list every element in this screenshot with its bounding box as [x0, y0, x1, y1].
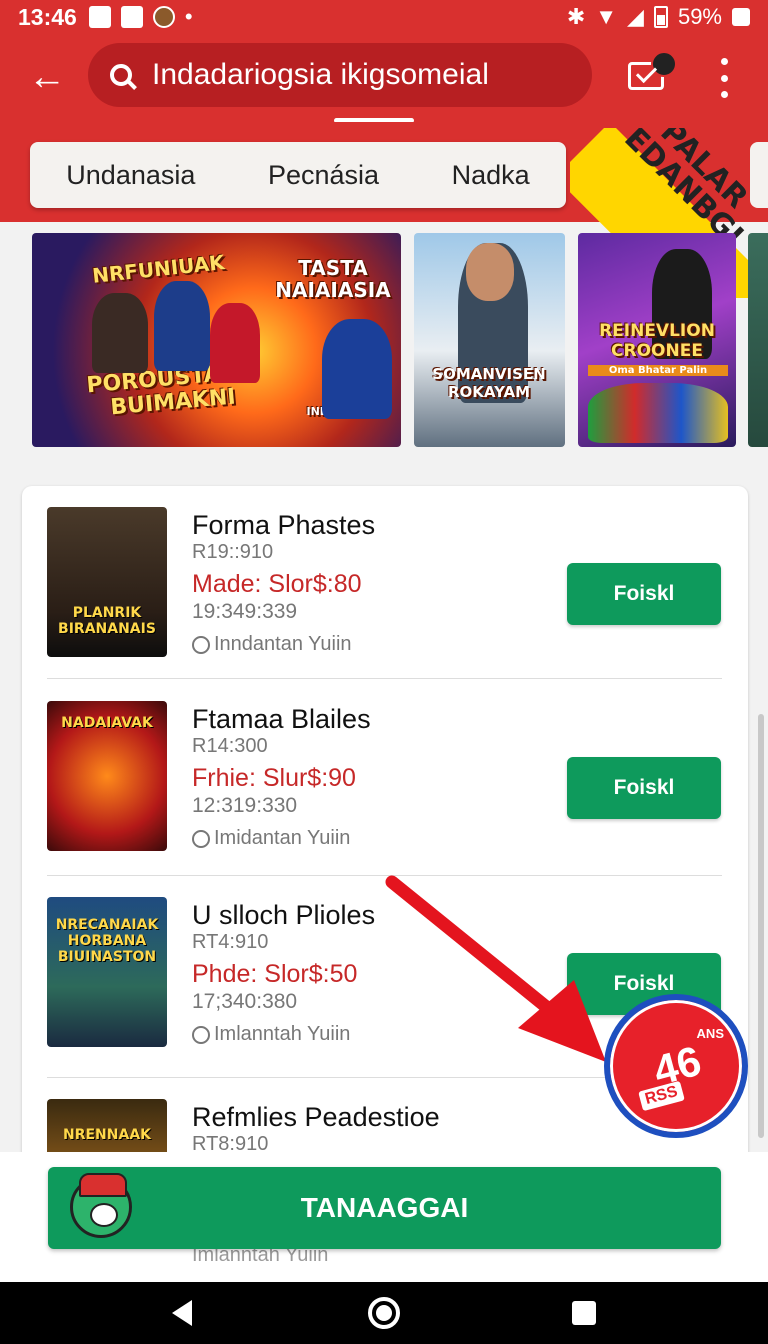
inbox-icon[interactable]: [628, 51, 677, 90]
nav-home-icon[interactable]: [368, 1297, 400, 1329]
item-meta: 19:349:339: [192, 600, 298, 623]
avatar-notification-icon: [152, 6, 175, 28]
battery-level: 59%: [677, 4, 722, 29]
location-icon: [192, 1025, 210, 1044]
list-item[interactable]: NADAIAVAK Ftamaa Blailes R14:300 Frhie: …: [22, 680, 748, 876]
app-bar: ← Indadariogsia ikigsomeial: [0, 34, 768, 122]
signal-icon: ◢: [627, 4, 644, 29]
banner-2[interactable]: SOMANVISEN ROKAYAM: [414, 233, 565, 447]
item-price: Made: Slor$:80: [192, 570, 362, 598]
battery-saver-icon: [732, 8, 750, 26]
badge-tag: RSS: [638, 1080, 685, 1112]
item-location: Imidantan Yuiin: [192, 827, 350, 850]
scrollbar[interactable]: [758, 714, 764, 1138]
banner-1[interactable]: NRFUNIUAK POROUSTAILY BUIMAKNI TASTA NAI…: [32, 233, 401, 447]
item-thumbnail-text: NADAIAVAK: [61, 715, 153, 731]
banner-3-subtitle: Oma Bhatar Palin: [588, 365, 728, 376]
banner-4-partial[interactable]: [748, 233, 768, 447]
location-icon: [192, 635, 210, 654]
more-notifications-icon: •: [184, 4, 193, 29]
banner-2-face: [466, 243, 514, 301]
item-title: U slloch Plioles: [192, 900, 376, 930]
banner-3-team: [588, 383, 728, 443]
count-badge[interactable]: ANS 46 RSS: [604, 994, 748, 1138]
tab-undanasia[interactable]: Undanasia: [66, 160, 195, 191]
banner-2-title: SOMANVISEN ROKAYAM: [432, 365, 546, 401]
mascot-icon: [70, 1173, 132, 1238]
tab-pecnasia[interactable]: Pecnásia: [268, 160, 379, 191]
item-meta: 12:319:330: [192, 794, 298, 817]
notification-icons: •: [88, 4, 193, 30]
badge-small-text: ANS: [696, 1026, 724, 1041]
profile-badge-icon: [651, 51, 677, 77]
item-location-text: Inndantan Yuiin: [214, 633, 352, 655]
item-meta: 17;340:380: [192, 990, 298, 1013]
primary-action-button[interactable]: TANAAGGAI: [48, 1167, 721, 1249]
more-options-icon[interactable]: [712, 58, 736, 98]
search-bar[interactable]: Indadariogsia ikigsomeial: [88, 43, 592, 107]
nav-recents-icon[interactable]: [572, 1301, 596, 1325]
item-thumbnail: NADAIAVAK: [47, 701, 167, 851]
tab-nadka[interactable]: Nadka: [452, 160, 530, 191]
item-code: RT4:910: [192, 931, 269, 953]
banner-1-top: NRFUNIUAK: [91, 250, 226, 288]
item-action-button[interactable]: Foiskl: [567, 563, 721, 625]
system-navigation-bar: [0, 1282, 768, 1344]
divider: [47, 678, 722, 679]
item-price: Phde: Slor$:50: [192, 960, 358, 988]
item-code: R14:300: [192, 735, 268, 757]
banner-3-title: REINEVLION CROONEE: [599, 321, 715, 361]
app-notification-icon: [120, 6, 143, 28]
item-location-text: Imidantan Yuiin: [214, 827, 351, 849]
location-icon: [192, 829, 210, 848]
search-icon: [110, 64, 132, 86]
system-icons: ✱ ▼ ◢ 59%: [567, 4, 750, 30]
notification-icon: [88, 6, 111, 28]
status-time: 13:46: [18, 3, 77, 30]
category-tabs: Undanasia Pecnásia Nadka: [30, 142, 566, 208]
item-price: Frhie: Slur$:90: [192, 764, 356, 792]
back-arrow-icon[interactable]: ←: [22, 52, 72, 102]
item-title: Ftamaa Blailes: [192, 704, 371, 734]
item-location: Inndantan Yuiin: [192, 633, 352, 656]
item-thumbnail-text: NRECANAIAK HORBANA BIUINASTON: [55, 917, 159, 965]
wifi-icon: ▼: [595, 4, 618, 29]
item-title: Forma Phastes: [192, 510, 376, 540]
item-location: Imlanntah Yuiin: [192, 1023, 350, 1046]
banner-1-subtitle: TASTA NAIAIASIA: [275, 256, 391, 302]
item-location-text: Imlanntah Yuiin: [214, 1023, 351, 1045]
item-thumbnail: NRECANAIAK HORBANA BIUINASTON: [47, 897, 167, 1047]
item-thumbnail-text: PLANRIK BIRANANAIS: [58, 605, 156, 637]
banner-1-figure: [322, 319, 392, 419]
item-code: R19::910: [192, 541, 274, 563]
item-thumbnail: PLANRIK BIRANANAIS: [47, 507, 167, 657]
tab-overflow[interactable]: [750, 142, 768, 208]
battery-icon: [653, 6, 668, 28]
list-item[interactable]: PLANRIK BIRANANAIS Forma Phastes R19::91…: [22, 486, 748, 682]
search-query[interactable]: Indadariogsia ikigsomeial: [152, 58, 489, 92]
item-title: Refmlies Peadestioe: [192, 1102, 440, 1132]
item-action-button[interactable]: Foiskl: [567, 757, 721, 819]
banner-1-figure: [210, 303, 260, 383]
item-thumbnail-text: NRENNAAK: [62, 1127, 151, 1143]
banner-3[interactable]: REINEVLION CROONEE Oma Bhatar Palin: [578, 233, 736, 447]
bluetooth-icon: ✱: [566, 4, 586, 29]
status-bar: 13:46 • ✱ ▼ ◢ 59%: [0, 0, 768, 34]
banner-1-figure: [154, 281, 210, 371]
banner-1-figure: [92, 293, 148, 373]
nav-back-icon[interactable]: [172, 1300, 192, 1326]
